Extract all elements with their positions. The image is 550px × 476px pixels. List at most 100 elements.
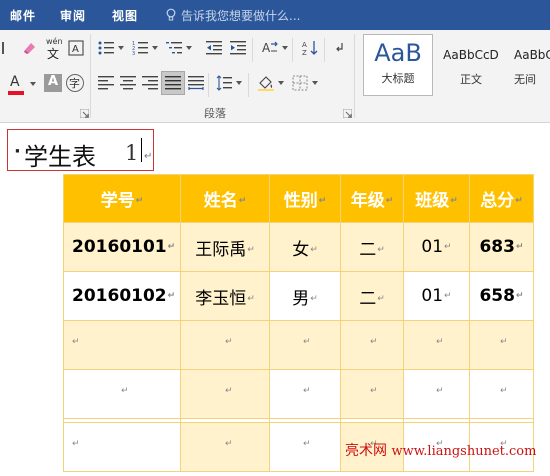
table-cell[interactable]: 王际禹↵ xyxy=(180,222,270,272)
text-cursor xyxy=(141,138,142,162)
table-cell[interactable]: ↵ xyxy=(269,369,341,419)
tab-review[interactable]: 审阅 xyxy=(60,7,86,24)
dialog-launcher-icon[interactable] xyxy=(80,109,89,118)
watermark-site: www.liangshunet.com xyxy=(391,444,537,459)
table-row: 20160102↵ 李玉恒↵ 男↵ 二↵ 01↵ 658↵ xyxy=(63,271,534,321)
table-cell[interactable]: 二↵ xyxy=(340,222,404,272)
table-cell[interactable]: ↵ xyxy=(269,320,341,370)
styles-gallery: AaB 大标题 AaBbCcD 正文 AaBbC 无间 xyxy=(360,34,550,96)
chevron-down-icon[interactable] xyxy=(186,46,192,50)
justify-button[interactable] xyxy=(161,71,185,95)
line-spacing-icon[interactable] xyxy=(216,75,232,91)
table-cell[interactable]: 20160101↵ xyxy=(63,222,181,272)
phonetic-guide-button[interactable]: wén 文 xyxy=(44,37,64,61)
table-cell[interactable]: ↵ xyxy=(63,320,181,370)
numbering-icon[interactable]: 123 xyxy=(132,40,148,56)
separator xyxy=(248,73,249,97)
increase-indent-icon[interactable] xyxy=(230,40,246,56)
header-cell[interactable]: 性别↵ xyxy=(269,174,341,223)
table-cell[interactable]: ↵ xyxy=(63,422,181,472)
tab-mailings[interactable]: 邮件 xyxy=(10,7,36,24)
align-left-icon[interactable] xyxy=(98,75,114,91)
group-separator xyxy=(90,34,91,118)
svg-text:3: 3 xyxy=(132,51,135,56)
style-sample: AaB xyxy=(374,39,422,67)
shading-icon[interactable] xyxy=(258,75,274,91)
style-sample: AaBbC xyxy=(514,48,550,62)
separator xyxy=(324,38,325,62)
font-size-icon[interactable] xyxy=(2,40,18,56)
phonetic-char: 文 xyxy=(47,47,60,61)
show-formatting-marks-icon[interactable] xyxy=(334,40,350,56)
document-page[interactable]: · 学生表 1 ↵ 学号↵ 姓名↵ 性别↵ 年级↵ 班级↵ 总分↵ 201601… xyxy=(0,124,550,476)
dialog-launcher-icon[interactable] xyxy=(343,109,352,118)
table-cell[interactable]: ↵ xyxy=(469,369,534,419)
heading-number[interactable]: 1 xyxy=(125,141,138,165)
separator xyxy=(252,38,253,62)
table-cell[interactable]: 20160102↵ xyxy=(63,271,181,321)
style-name: 正文 xyxy=(460,73,482,86)
table-cell[interactable]: 683↵ xyxy=(469,222,534,272)
multilevel-list-icon[interactable] xyxy=(166,40,182,56)
distributed-icon[interactable] xyxy=(188,75,204,91)
chevron-down-icon[interactable] xyxy=(152,46,158,50)
table-cell[interactable]: 01↵ xyxy=(403,222,470,272)
chevron-down-icon[interactable] xyxy=(312,81,318,85)
table-cell[interactable]: ↵ xyxy=(180,422,270,472)
svg-text:A: A xyxy=(72,44,79,55)
watermark-cn: 亮术网 xyxy=(345,443,387,459)
table-cell[interactable]: 女↵ xyxy=(269,222,341,272)
align-center-icon[interactable] xyxy=(120,75,136,91)
enclose-characters-button[interactable]: 字 xyxy=(66,74,84,92)
align-right-icon[interactable] xyxy=(142,75,158,91)
table-cell[interactable]: 658↵ xyxy=(469,271,534,321)
table-cell[interactable]: 二↵ xyxy=(340,271,404,321)
table-cell[interactable]: ↵ xyxy=(269,422,341,472)
ribbon-home: wén 文 A A A 字 123 A AZ 段落 AaB 大标题 AaBbCc… xyxy=(0,30,550,123)
chinese-layout-icon[interactable]: A xyxy=(262,40,278,56)
tab-view[interactable]: 视图 xyxy=(112,7,138,24)
header-cell[interactable]: 总分↵ xyxy=(469,174,534,223)
table-cell[interactable]: 01↵ xyxy=(403,271,470,321)
table-cell[interactable]: ↵ xyxy=(340,369,404,419)
bullets-icon[interactable] xyxy=(98,40,114,56)
font-color-swatch xyxy=(8,91,24,95)
table-cell[interactable]: ↵ xyxy=(403,369,470,419)
table-cell[interactable]: ↵ xyxy=(180,320,270,370)
chevron-down-icon[interactable] xyxy=(236,81,242,85)
chevron-down-icon[interactable] xyxy=(278,81,284,85)
header-cell[interactable]: 班级↵ xyxy=(403,174,470,223)
table-cell[interactable]: 李玉恒↵ xyxy=(180,271,270,321)
chevron-down-icon[interactable] xyxy=(30,82,36,86)
chevron-down-icon[interactable] xyxy=(282,46,288,50)
table-cell[interactable]: 男↵ xyxy=(269,271,341,321)
table-row: ↵ ↵ ↵ ↵ ↵ ↵ xyxy=(63,320,534,370)
document-heading[interactable]: 学生表 xyxy=(24,137,96,172)
heading-highlight-box: · 学生表 1 ↵ xyxy=(7,129,154,171)
header-cell[interactable]: 学号↵ xyxy=(63,174,181,223)
sort-icon[interactable]: AZ xyxy=(302,40,318,56)
style-name: 无间 xyxy=(514,73,536,86)
font-color-letter: A xyxy=(10,74,20,90)
clear-formatting-icon[interactable] xyxy=(22,40,38,56)
enclose-char: 字 xyxy=(69,77,80,90)
tell-me-search[interactable]: 告诉我您想要做什么... xyxy=(181,7,300,24)
header-cell[interactable]: 姓名↵ xyxy=(180,174,270,223)
table-cell[interactable]: ↵ xyxy=(63,369,181,419)
style-no-spacing[interactable]: AaBbC 无间 xyxy=(510,34,550,96)
font-color-button[interactable]: A xyxy=(6,74,26,96)
character-shading-button[interactable]: A xyxy=(44,74,62,92)
table-cell[interactable]: ↵ xyxy=(340,320,404,370)
borders-icon[interactable] xyxy=(292,75,308,91)
chevron-down-icon[interactable] xyxy=(118,46,124,50)
student-table: 学号↵ 姓名↵ 性别↵ 年级↵ 班级↵ 总分↵ 20160101↵ 王际禹↵ 女… xyxy=(63,174,534,472)
style-heading[interactable]: AaB 大标题 xyxy=(363,34,433,96)
table-cell[interactable]: ↵ xyxy=(403,320,470,370)
character-border-icon[interactable]: A xyxy=(68,40,84,56)
table-cell[interactable]: ↵ xyxy=(180,369,270,419)
header-cell[interactable]: 年级↵ xyxy=(340,174,404,223)
decrease-indent-icon[interactable] xyxy=(206,40,222,56)
style-normal[interactable]: AaBbCcD 正文 xyxy=(436,34,506,96)
group-separator xyxy=(354,34,355,118)
table-cell[interactable]: ↵ xyxy=(469,320,534,370)
